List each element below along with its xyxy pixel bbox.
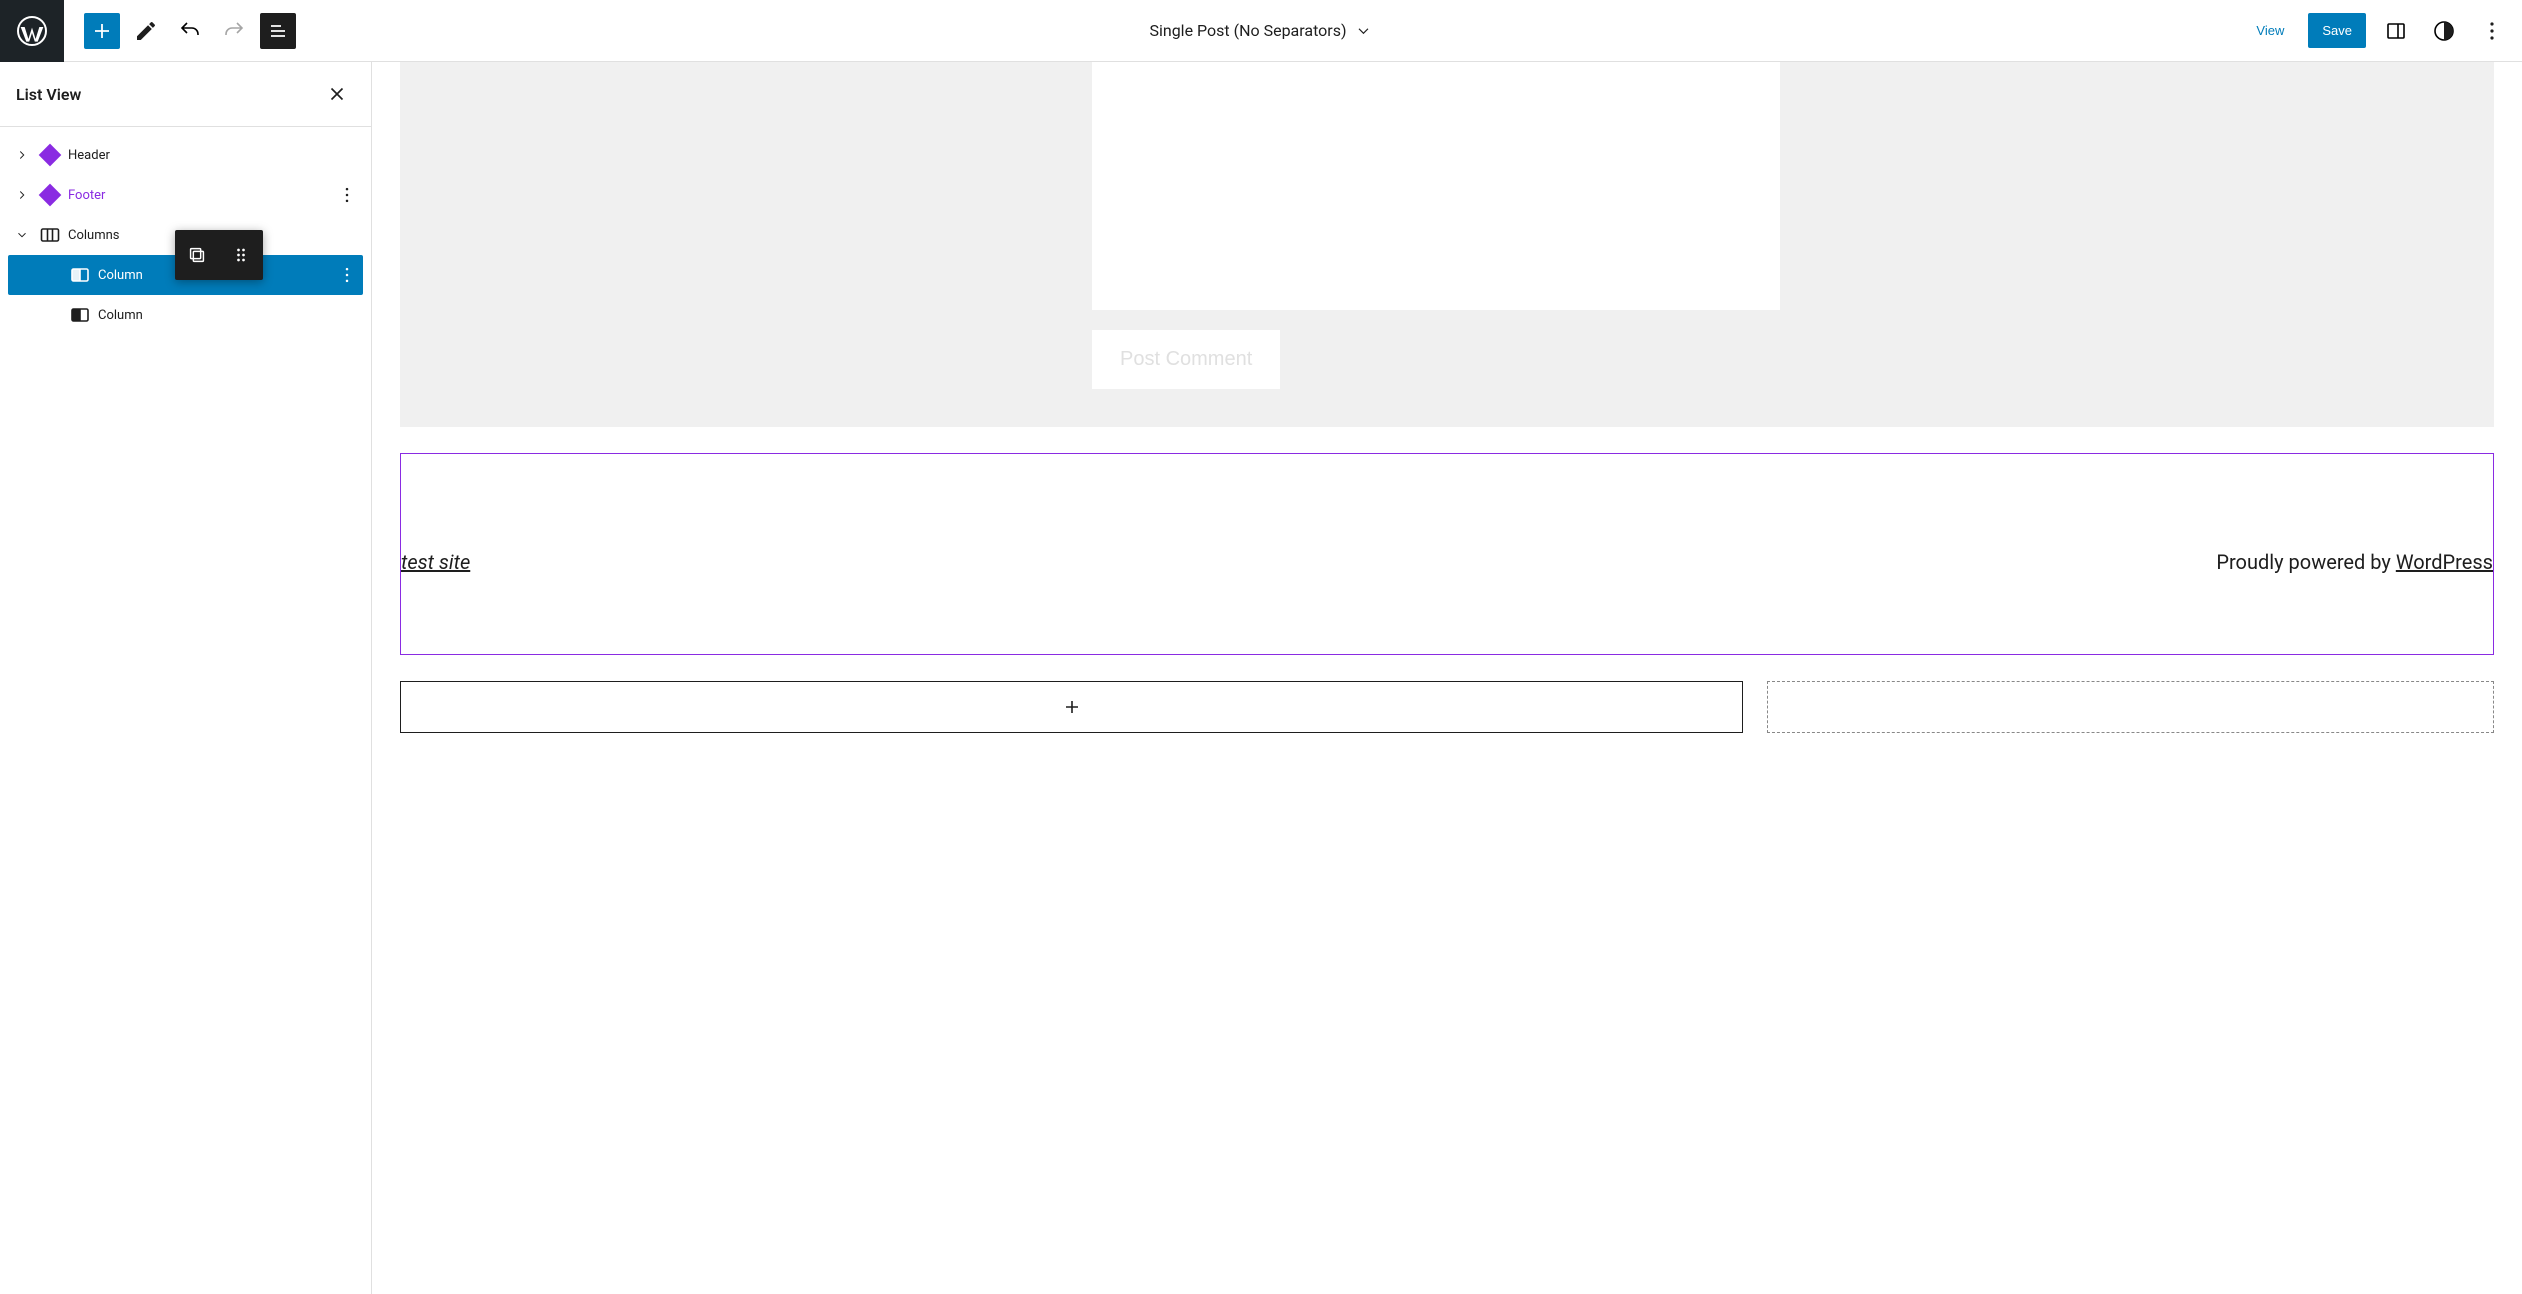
toolbar-left-group: [64, 13, 296, 49]
styles-icon: [2432, 19, 2456, 43]
list-view-icon: [266, 19, 290, 43]
add-block-button[interactable]: [84, 13, 120, 49]
editor-canvas[interactable]: Post Comment test site Proudly powered b…: [372, 62, 2522, 1294]
drag-handle-icon: [231, 245, 251, 265]
save-button[interactable]: Save: [2308, 13, 2366, 48]
tree-item-label: Columns: [68, 228, 120, 243]
footer-block[interactable]: test site Proudly powered by WordPress: [400, 453, 2494, 655]
block-floating-toolbar: [175, 230, 263, 280]
plus-icon: [90, 19, 114, 43]
column-block-selected[interactable]: [400, 681, 1743, 733]
document-title-dropdown[interactable]: Single Post (No Separators): [1149, 21, 1372, 40]
redo-icon: [222, 19, 246, 43]
edit-tool-button[interactable]: [128, 13, 164, 49]
close-list-view-button[interactable]: [319, 76, 355, 112]
tree-item-label: Footer: [68, 188, 105, 203]
duplicate-block-button[interactable]: [175, 230, 219, 280]
template-part-icon: [38, 143, 62, 167]
comment-form-block[interactable]: Post Comment: [400, 62, 2494, 427]
list-view-button[interactable]: [260, 13, 296, 49]
undo-icon: [178, 19, 202, 43]
column-block-empty[interactable]: [1767, 681, 2494, 733]
wordpress-link[interactable]: WordPress: [2396, 550, 2493, 574]
sidebar-icon: [2384, 19, 2408, 43]
site-title-link[interactable]: test site: [401, 550, 470, 574]
toolbar-right-group: View Save: [2244, 13, 2522, 49]
plus-icon: [1060, 695, 1084, 719]
document-title: Single Post (No Separators): [1149, 21, 1346, 40]
collapse-toggle[interactable]: [12, 228, 32, 242]
tree-item-label: Column: [98, 268, 143, 283]
more-vertical-icon: [337, 265, 357, 285]
view-button[interactable]: View: [2244, 15, 2296, 46]
tree-item-header[interactable]: Header: [8, 135, 363, 175]
redo-button: [216, 13, 252, 49]
expand-toggle[interactable]: [12, 188, 32, 202]
columns-icon: [38, 223, 62, 247]
settings-sidebar-button[interactable]: [2378, 13, 2414, 49]
tree-item-column[interactable]: Column: [8, 295, 363, 335]
tree-item-options[interactable]: [335, 185, 359, 205]
more-vertical-icon: [2480, 19, 2504, 43]
top-toolbar: Single Post (No Separators) View Save: [0, 0, 2522, 62]
column-icon: [68, 263, 92, 287]
chevron-down-icon: [15, 228, 29, 242]
tree-item-options[interactable]: [335, 265, 359, 285]
tree-item-label: Header: [68, 148, 110, 163]
wordpress-icon: [16, 15, 48, 47]
expand-toggle[interactable]: [12, 148, 32, 162]
copy-icon: [186, 244, 208, 266]
list-view-header: List View: [0, 62, 371, 127]
more-options-button[interactable]: [2474, 13, 2510, 49]
post-comment-button[interactable]: Post Comment: [1092, 330, 1280, 389]
powered-by-text: Proudly powered by WordPress: [2216, 550, 2493, 574]
close-icon: [326, 83, 348, 105]
tree-item-footer[interactable]: Footer: [8, 175, 363, 215]
more-vertical-icon: [337, 185, 357, 205]
column-icon: [68, 303, 92, 327]
tree-item-label: Column: [98, 308, 143, 323]
comment-textarea[interactable]: [1092, 62, 1780, 310]
list-view-title: List View: [16, 85, 81, 104]
undo-button[interactable]: [172, 13, 208, 49]
wordpress-logo[interactable]: [0, 0, 64, 62]
styles-button[interactable]: [2426, 13, 2462, 49]
columns-block[interactable]: [400, 681, 2494, 733]
pencil-icon: [134, 19, 158, 43]
chevron-right-icon: [15, 148, 29, 162]
template-part-icon: [38, 183, 62, 207]
chevron-right-icon: [15, 188, 29, 202]
chevron-down-icon: [1355, 22, 1373, 40]
drag-handle[interactable]: [219, 230, 263, 280]
